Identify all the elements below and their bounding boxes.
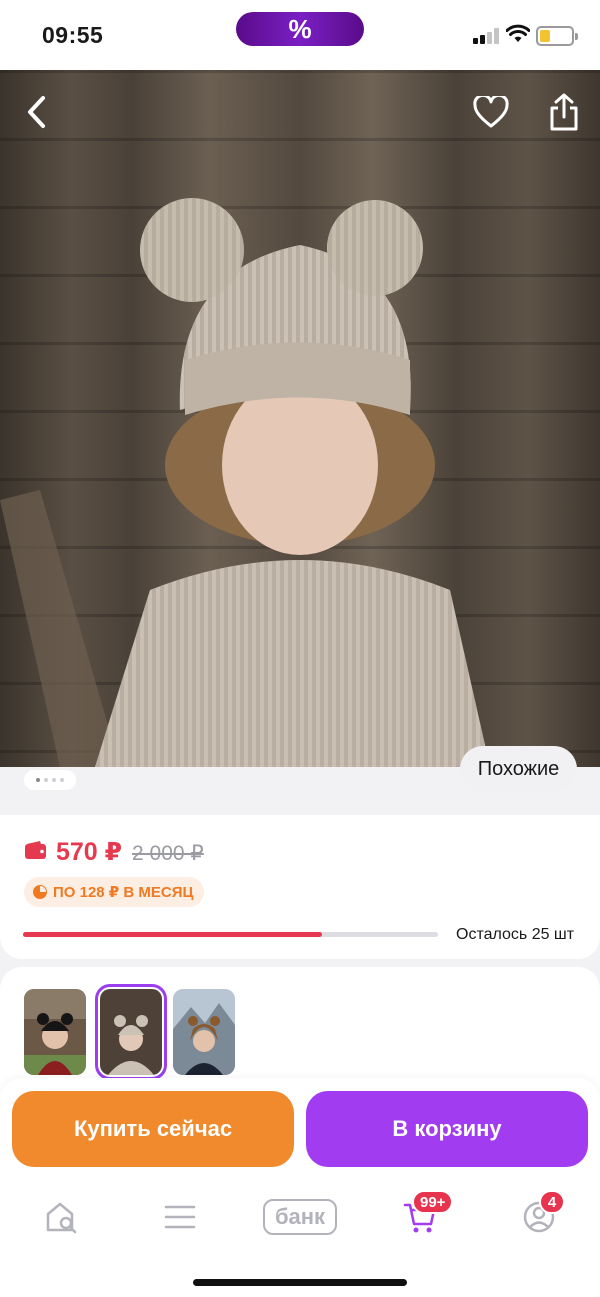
old-price: 2 000 ₽ — [132, 842, 204, 865]
nav-bank[interactable]: банк — [262, 1192, 338, 1242]
promo-badge[interactable]: % — [236, 12, 364, 46]
bank-label: банк — [263, 1199, 337, 1235]
variant-image — [24, 989, 86, 1075]
product-photo-illustration — [0, 198, 490, 767]
installment-text: ПО 128 ₽ В МЕСЯЦ — [53, 884, 194, 901]
battery-icon — [536, 26, 578, 46]
current-price: 570 ₽ — [56, 838, 123, 866]
add-to-cart-button[interactable]: В корзину — [306, 1091, 588, 1167]
variant-thumb-beige-hat[interactable] — [95, 984, 167, 1080]
wifi-icon — [506, 24, 530, 42]
share-button[interactable] — [542, 90, 586, 134]
share-icon — [550, 93, 578, 131]
gallery-pagination — [24, 770, 76, 790]
installment-badge[interactable]: ПО 128 ₽ В МЕСЯЦ — [24, 877, 204, 907]
buy-now-button[interactable]: Купить сейчас — [12, 1091, 294, 1167]
profile-badge: 4 — [539, 1190, 565, 1214]
nav-home-search[interactable] — [31, 1192, 91, 1242]
variant-thumb-black-hat[interactable] — [24, 989, 86, 1075]
nav-catalog[interactable] — [150, 1192, 210, 1242]
menu-icon — [164, 1205, 196, 1229]
stock-progress-bar — [23, 932, 438, 937]
stock-remaining: Осталось 25 шт — [456, 926, 575, 943]
nav-profile[interactable]: 4 — [509, 1190, 569, 1242]
cart-badge: 99+ — [412, 1190, 454, 1214]
back-button[interactable] — [14, 90, 58, 134]
wallet-icon — [25, 841, 46, 859]
variant-image — [100, 989, 162, 1075]
product-photo[interactable] — [0, 70, 600, 767]
home-search-icon — [46, 1202, 77, 1234]
cellular-signal-icon — [473, 28, 501, 44]
variant-thumb-brown-hat[interactable] — [173, 989, 235, 1075]
action-bar: Купить сейчас В корзину банк 99+ 4 — [0, 1078, 600, 1297]
status-bar: 09:55 % — [0, 0, 600, 70]
similar-button[interactable]: Похожие — [460, 746, 577, 792]
nav-cart[interactable]: 99+ — [390, 1190, 454, 1242]
chevron-left-icon — [28, 96, 45, 128]
price-card: 570 ₽ 2 000 ₽ ПО 128 ₽ В МЕСЯЦ Осталось … — [0, 815, 600, 959]
heart-icon — [473, 96, 509, 128]
variant-image — [173, 989, 235, 1075]
favorite-button[interactable] — [469, 90, 513, 134]
stock-progress-fill — [23, 932, 322, 937]
clock: 09:55 — [42, 22, 104, 48]
pie-chart-icon — [33, 885, 47, 899]
home-indicator — [193, 1279, 407, 1286]
